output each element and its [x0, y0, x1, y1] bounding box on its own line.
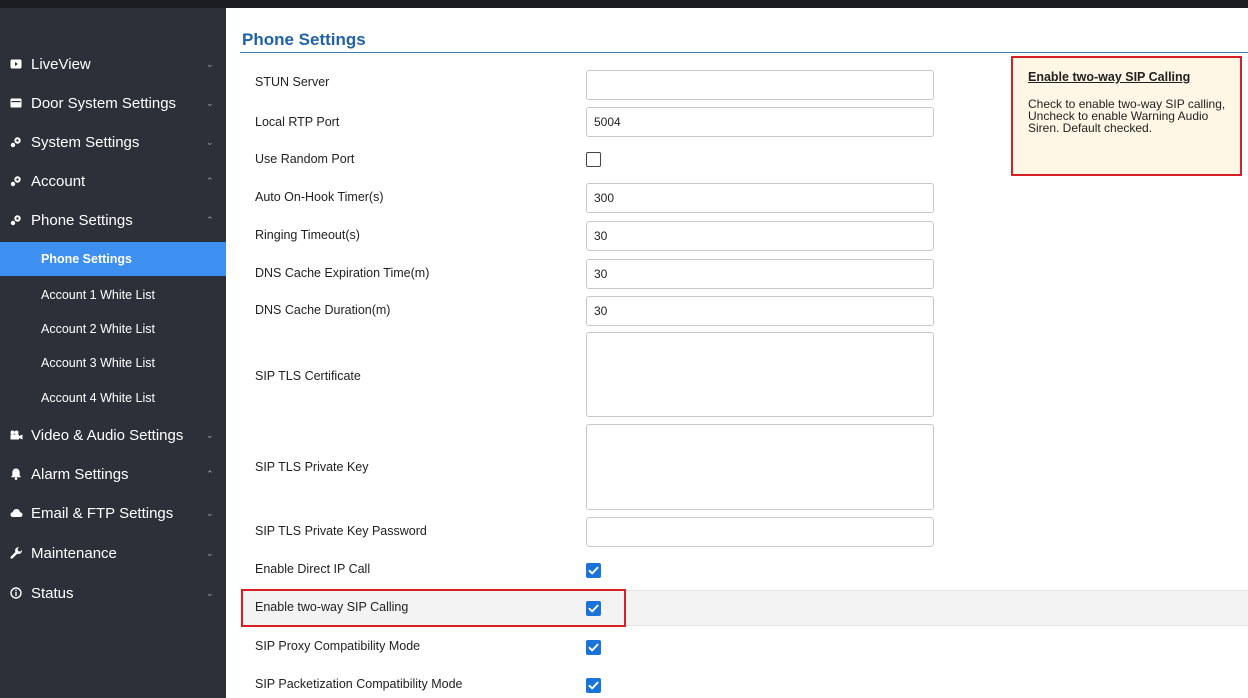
- sidebar-item-status[interactable]: Status ⌄: [0, 574, 226, 612]
- title-divider: [240, 52, 1248, 53]
- sip-packetization-compatibility-mode-label: SIP Packetization Compatibility Mode: [255, 677, 463, 691]
- tooltip-title: Enable two-way SIP Calling: [1028, 70, 1191, 84]
- enable-direct-ip-call-label: Enable Direct IP Call: [255, 562, 371, 576]
- sip-tls-certificate-label: SIP TLS Certificate: [255, 369, 361, 383]
- use-random-port-checkbox[interactable]: [586, 152, 601, 167]
- dns-cache-expiration-input[interactable]: [586, 259, 934, 289]
- sip-tls-private-key-label: SIP TLS Private Key: [255, 460, 369, 474]
- use-random-port-label: Use Random Port: [255, 152, 355, 166]
- sidebar-subitem-label: Phone Settings: [41, 252, 132, 266]
- sidebar-item-label: Phone Settings: [31, 211, 133, 229]
- checkmark-icon: [588, 643, 599, 652]
- cloud-icon: [10, 508, 26, 518]
- sip-proxy-compatibility-mode-checkbox[interactable]: [586, 640, 601, 655]
- chevron-up-icon: ⌃: [206, 214, 214, 225]
- dns-cache-expiration-label: DNS Cache Expiration Time(m): [255, 266, 430, 280]
- auto-on-hook-timer-input[interactable]: [586, 183, 934, 213]
- chevron-down-icon: ⌄: [206, 429, 214, 440]
- ringing-timeout-input[interactable]: [586, 221, 934, 251]
- sidebar-item-label: Video & Audio Settings: [31, 426, 184, 444]
- help-tooltip: Enable two-way SIP Calling Check to enab…: [1011, 56, 1242, 176]
- sidebar-item-label: Maintenance: [31, 544, 117, 562]
- sip-proxy-compatibility-mode-label: SIP Proxy Compatibility Mode: [255, 639, 421, 653]
- sidebar-item-label: Door System Settings: [31, 94, 177, 112]
- info-icon: [10, 587, 26, 599]
- sidebar-item-video-audio-settings[interactable]: Video & Audio Settings ⌄: [0, 416, 226, 454]
- sidebar-item-alarm-settings[interactable]: Alarm Settings ⌃: [0, 455, 226, 493]
- monitor-icon: [10, 59, 26, 69]
- sidebar-subitem-phone-settings[interactable]: Phone Settings: [0, 242, 226, 276]
- door-panel-icon: [10, 98, 26, 108]
- chevron-up-icon: ⌃: [206, 175, 214, 186]
- sidebar-item-email-ftp-settings[interactable]: Email & FTP Settings ⌄: [0, 494, 226, 532]
- sidebar-item-label: LiveView: [31, 55, 91, 73]
- sidebar-item-liveview[interactable]: LiveView ⌄: [0, 45, 226, 83]
- sidebar-item-label: Status: [31, 584, 74, 602]
- chevron-down-icon: ⌄: [206, 587, 214, 598]
- enable-direct-ip-call-checkbox[interactable]: [586, 563, 601, 578]
- stun-server-input[interactable]: [586, 70, 934, 100]
- ringing-timeout-label: Ringing Timeout(s): [255, 228, 360, 242]
- local-rtp-port-label: Local RTP Port: [255, 115, 340, 129]
- auto-on-hook-timer-label: Auto On-Hook Timer(s): [255, 190, 384, 204]
- gear-icon: [10, 214, 26, 226]
- sip-tls-private-key-textarea[interactable]: [586, 424, 934, 510]
- sidebar: LiveView ⌄ Door System Settings ⌄ System…: [0, 8, 226, 698]
- sidebar-subitem-label: Account 4 White List: [41, 391, 155, 405]
- sidebar-item-phone-settings[interactable]: Phone Settings ⌃: [0, 201, 226, 239]
- video-camera-icon: [10, 430, 26, 440]
- sip-tls-certificate-textarea[interactable]: [586, 332, 934, 417]
- chevron-down-icon: ⌄: [206, 547, 214, 558]
- bell-icon: [10, 468, 26, 480]
- checkmark-icon: [588, 566, 599, 575]
- gear-icon: [10, 136, 26, 148]
- chevron-down-icon: ⌄: [206, 97, 214, 108]
- sidebar-item-label: Alarm Settings: [31, 465, 129, 483]
- sip-tls-private-key-password-label: SIP TLS Private Key Password: [255, 524, 427, 538]
- sidebar-item-maintenance[interactable]: Maintenance ⌄: [0, 534, 226, 572]
- sidebar-item-account[interactable]: Account ⌃: [0, 162, 226, 200]
- sidebar-subitem-account-2-white-list[interactable]: Account 2 White List: [0, 312, 226, 346]
- sidebar-subitem-label: Account 1 White List: [41, 288, 155, 302]
- sidebar-item-label: System Settings: [31, 133, 140, 151]
- stun-server-label: STUN Server: [255, 75, 330, 89]
- sip-packetization-compatibility-mode-checkbox[interactable]: [586, 678, 601, 693]
- highlight-annotation-box: [241, 589, 626, 627]
- sidebar-subitem-account-4-white-list[interactable]: Account 4 White List: [0, 381, 226, 415]
- top-bar: [0, 0, 1248, 8]
- sidebar-item-door-system-settings[interactable]: Door System Settings ⌄: [0, 84, 226, 122]
- checkmark-icon: [588, 681, 599, 690]
- chevron-down-icon: ⌄: [206, 507, 214, 518]
- chevron-up-icon: ⌃: [206, 468, 214, 479]
- sidebar-item-label: Email & FTP Settings: [31, 504, 174, 522]
- tooltip-body: Check to enable two-way SIP calling, Unc…: [1028, 97, 1226, 135]
- gear-icon: [10, 175, 26, 187]
- sidebar-subitem-label: Account 2 White List: [41, 322, 155, 336]
- page-title: Phone Settings: [242, 30, 366, 49]
- chevron-down-icon: ⌄: [206, 58, 214, 69]
- sidebar-subitem-label: Account 3 White List: [41, 356, 155, 370]
- local-rtp-port-input[interactable]: [586, 107, 934, 137]
- sidebar-subitem-account-1-white-list[interactable]: Account 1 White List: [0, 278, 226, 312]
- sidebar-subitem-account-3-white-list[interactable]: Account 3 White List: [0, 346, 226, 380]
- sidebar-item-system-settings[interactable]: System Settings ⌄: [0, 123, 226, 161]
- sip-tls-private-key-password-input[interactable]: [586, 517, 934, 547]
- sidebar-item-label: Account: [31, 172, 86, 190]
- dns-cache-duration-input[interactable]: [586, 296, 934, 326]
- wrench-icon: [10, 546, 26, 560]
- chevron-down-icon: ⌄: [206, 136, 214, 147]
- dns-cache-duration-label: DNS Cache Duration(m): [255, 303, 391, 317]
